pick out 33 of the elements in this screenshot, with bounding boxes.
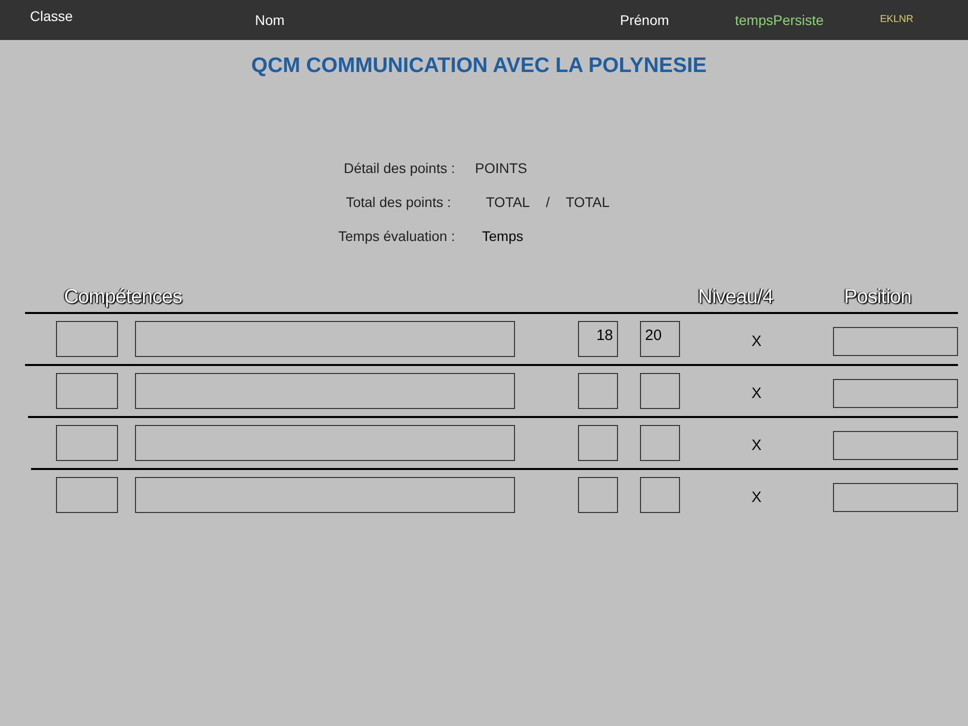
max-score-field: 20 bbox=[640, 321, 680, 357]
code-field bbox=[56, 477, 118, 513]
level-text: X bbox=[751, 488, 762, 506]
timer-text: tempsPersiste bbox=[735, 11, 825, 28]
column-header: Niveau/4 bbox=[698, 286, 774, 308]
code-field bbox=[56, 373, 118, 409]
level-text: X bbox=[751, 332, 762, 350]
column-header: Position bbox=[843, 286, 912, 308]
first-name-label: Prénom bbox=[620, 11, 670, 28]
score-field: 18 bbox=[578, 321, 618, 357]
code-field bbox=[56, 425, 118, 461]
max-score-field bbox=[640, 477, 680, 513]
detail-value: POINTS bbox=[475, 160, 528, 176]
total-value: TOTAL bbox=[486, 194, 530, 210]
time-value: Temps bbox=[482, 228, 524, 244]
code-field bbox=[56, 321, 118, 357]
score-field bbox=[578, 425, 618, 461]
time-label: Temps évaluation : bbox=[338, 228, 455, 244]
total-max: TOTAL bbox=[566, 194, 610, 210]
score-field bbox=[578, 373, 618, 409]
class-label: Classe bbox=[30, 7, 74, 24]
name-label: Nom bbox=[255, 11, 286, 28]
separator-text: / bbox=[546, 194, 550, 210]
level-text: X bbox=[751, 384, 762, 402]
page-title: QCM COMMUNICATION AVEC LA POLYNESIE bbox=[251, 54, 707, 78]
detail-label: Détail des points : bbox=[344, 160, 455, 176]
code-text: EKLNR bbox=[880, 13, 914, 25]
total-label: Total des points : bbox=[346, 194, 452, 210]
score-field bbox=[578, 477, 618, 513]
level-text: X bbox=[751, 436, 762, 454]
max-score-field bbox=[640, 425, 680, 461]
column-header: Compétences bbox=[64, 286, 183, 308]
max-score-field bbox=[640, 373, 680, 409]
